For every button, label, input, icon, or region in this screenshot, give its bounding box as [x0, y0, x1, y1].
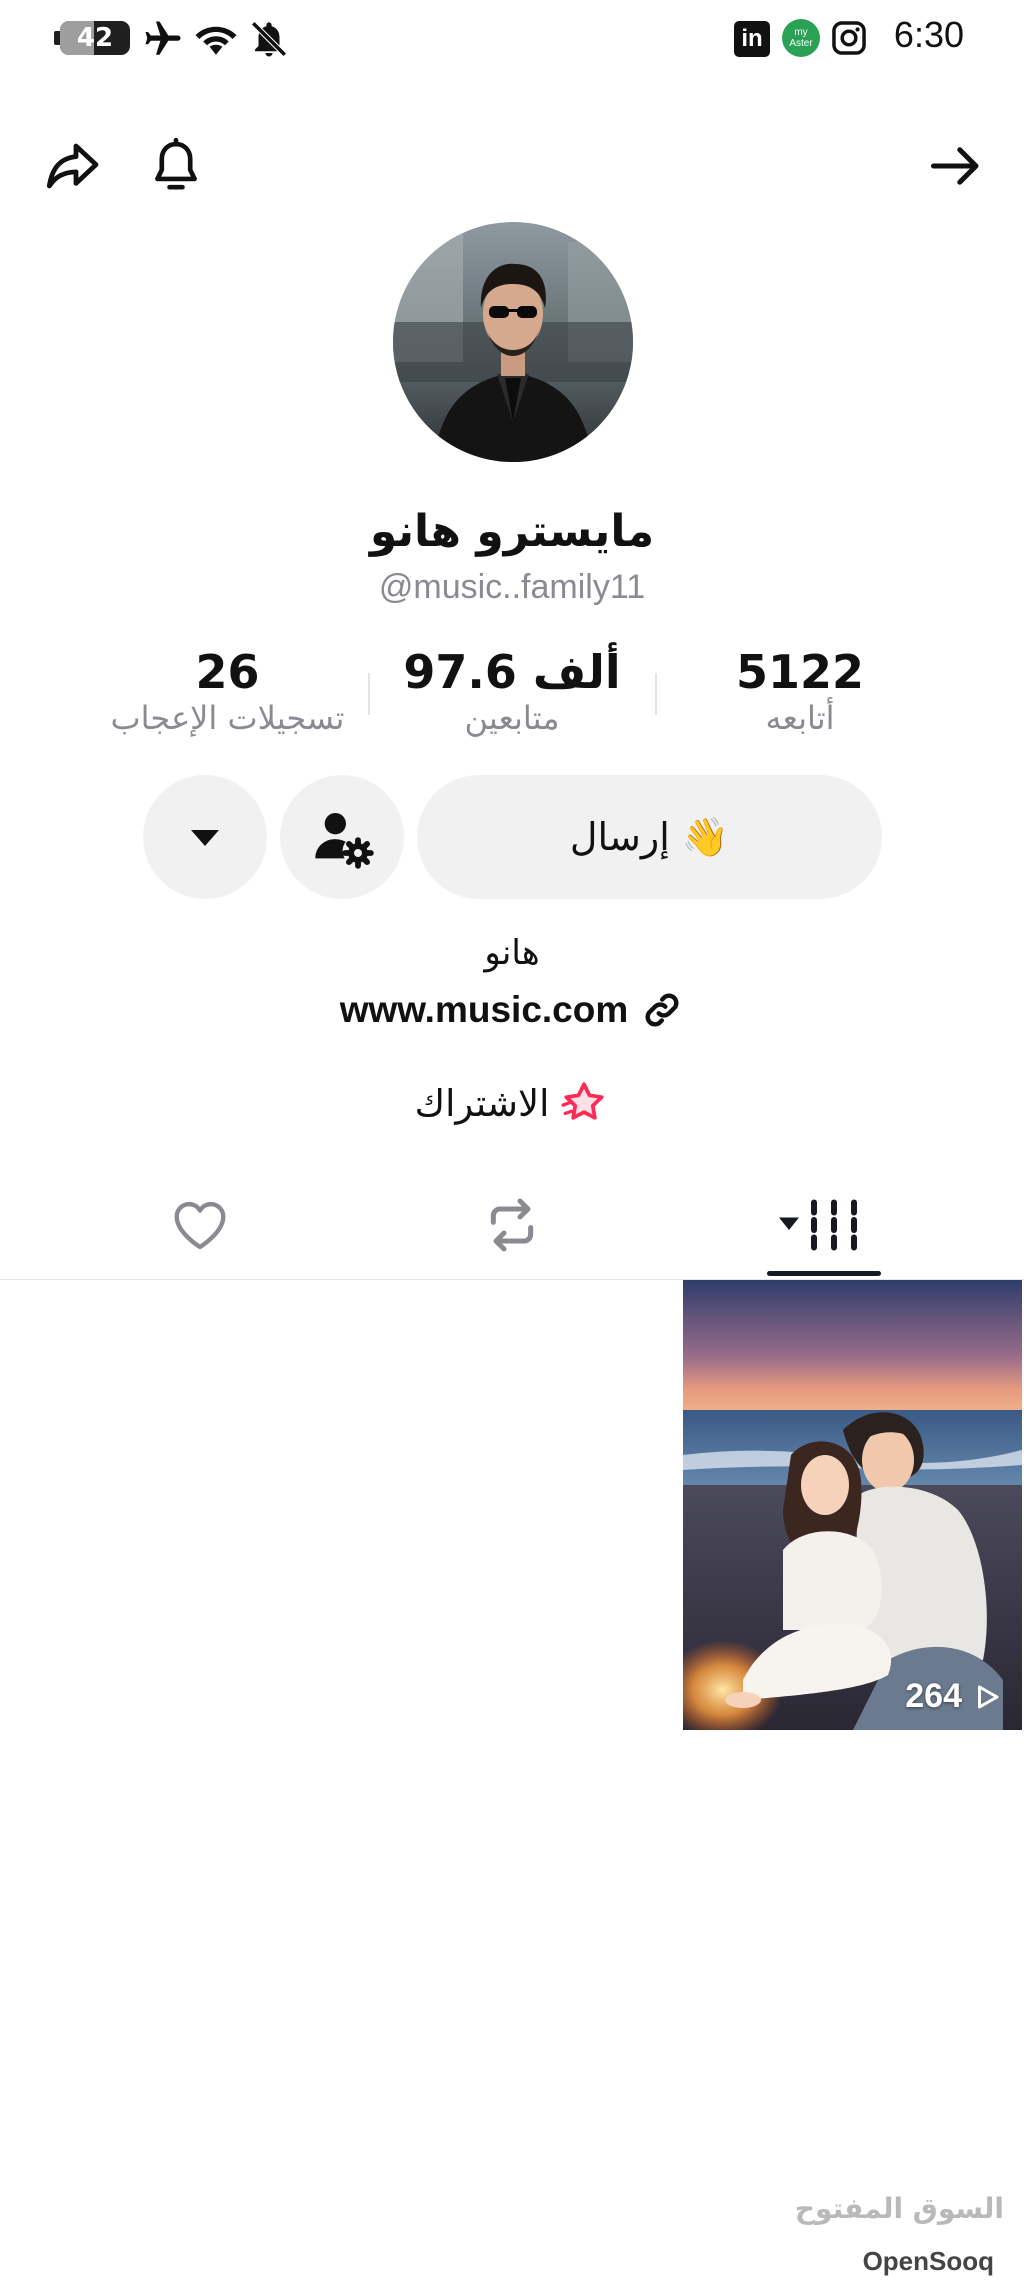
heart-icon	[174, 1201, 226, 1250]
tab-liked[interactable]	[100, 1180, 300, 1270]
website-link-text: www.music.com	[339, 989, 629, 1030]
linkedin-icon: in	[734, 21, 770, 57]
stat-following[interactable]: 5122 أتابعه	[700, 645, 900, 737]
share-button[interactable]	[36, 130, 108, 202]
follow-settings-button[interactable]	[280, 775, 404, 899]
tab-videos[interactable]	[724, 1180, 924, 1270]
watermark-english: OpenSooq	[852, 2244, 1004, 2279]
play-icon	[978, 1685, 999, 1708]
more-dropdown-button[interactable]	[143, 775, 267, 899]
status-time: 6:30	[893, 14, 964, 55]
back-button[interactable]	[920, 130, 992, 202]
my-aster-icon: my Aster	[782, 19, 820, 57]
video-grid-icon	[779, 1199, 857, 1251]
message-button[interactable]: إرسال 👋	[417, 775, 882, 899]
battery-percent: 42	[76, 23, 114, 53]
bell-muted-icon	[251, 21, 287, 57]
notifications-button[interactable]	[140, 130, 212, 202]
instagram-icon	[832, 21, 866, 55]
wifi-icon	[195, 26, 237, 55]
status-bar: 42 in my Aster 6:30	[0, 0, 1024, 80]
subscription-label: الاشتراك	[414, 1081, 550, 1125]
message-button-label: إرسال 👋	[569, 814, 730, 859]
profile-display-name: مايسترو هانو	[369, 506, 655, 557]
view-count-value: 264	[905, 1677, 962, 1715]
link-icon	[645, 993, 679, 1027]
video-thumbnail[interactable]: 264	[683, 1280, 1022, 1730]
stat-followers-value: 97.6 ألف	[403, 645, 621, 699]
video-view-count: 264	[905, 1677, 1002, 1716]
stat-divider	[655, 673, 657, 715]
active-tab-indicator	[767, 1271, 881, 1276]
share-icon	[46, 143, 99, 189]
airplane-icon	[145, 21, 181, 55]
my-aster-label: my Aster	[789, 27, 813, 49]
profile-bio: هانو	[484, 933, 540, 973]
caret-down-icon	[191, 830, 219, 846]
website-link[interactable]: www.music.com	[0, 988, 1024, 1032]
avatar-photo	[393, 222, 633, 462]
stat-followers-label: متابعين	[464, 699, 560, 737]
stat-following-label: أتابعه	[765, 699, 835, 737]
arrow-right-icon	[931, 147, 979, 185]
star-badge-icon	[561, 1082, 604, 1120]
subscription-link[interactable]: الاشتراك	[0, 1078, 1024, 1128]
stat-following-value: 5122	[735, 645, 865, 699]
tab-reposts[interactable]	[412, 1180, 612, 1270]
stat-likes-value: 26	[195, 645, 260, 699]
user-settings-icon	[315, 813, 374, 869]
stat-likes-label: تسجيلات الإعجاب	[110, 699, 345, 737]
repost-icon	[490, 1198, 534, 1252]
watermark-arabic: السوق المفتوح	[794, 2192, 1004, 2225]
bell-icon	[155, 137, 197, 190]
video-cover-image	[683, 1280, 1022, 1730]
stat-followers[interactable]: 97.6 ألف متابعين	[392, 645, 632, 737]
profile-avatar[interactable]	[393, 222, 633, 462]
stat-likes[interactable]: 26 تسجيلات الإعجاب	[80, 645, 375, 737]
profile-handle: @music..family11	[378, 568, 646, 606]
